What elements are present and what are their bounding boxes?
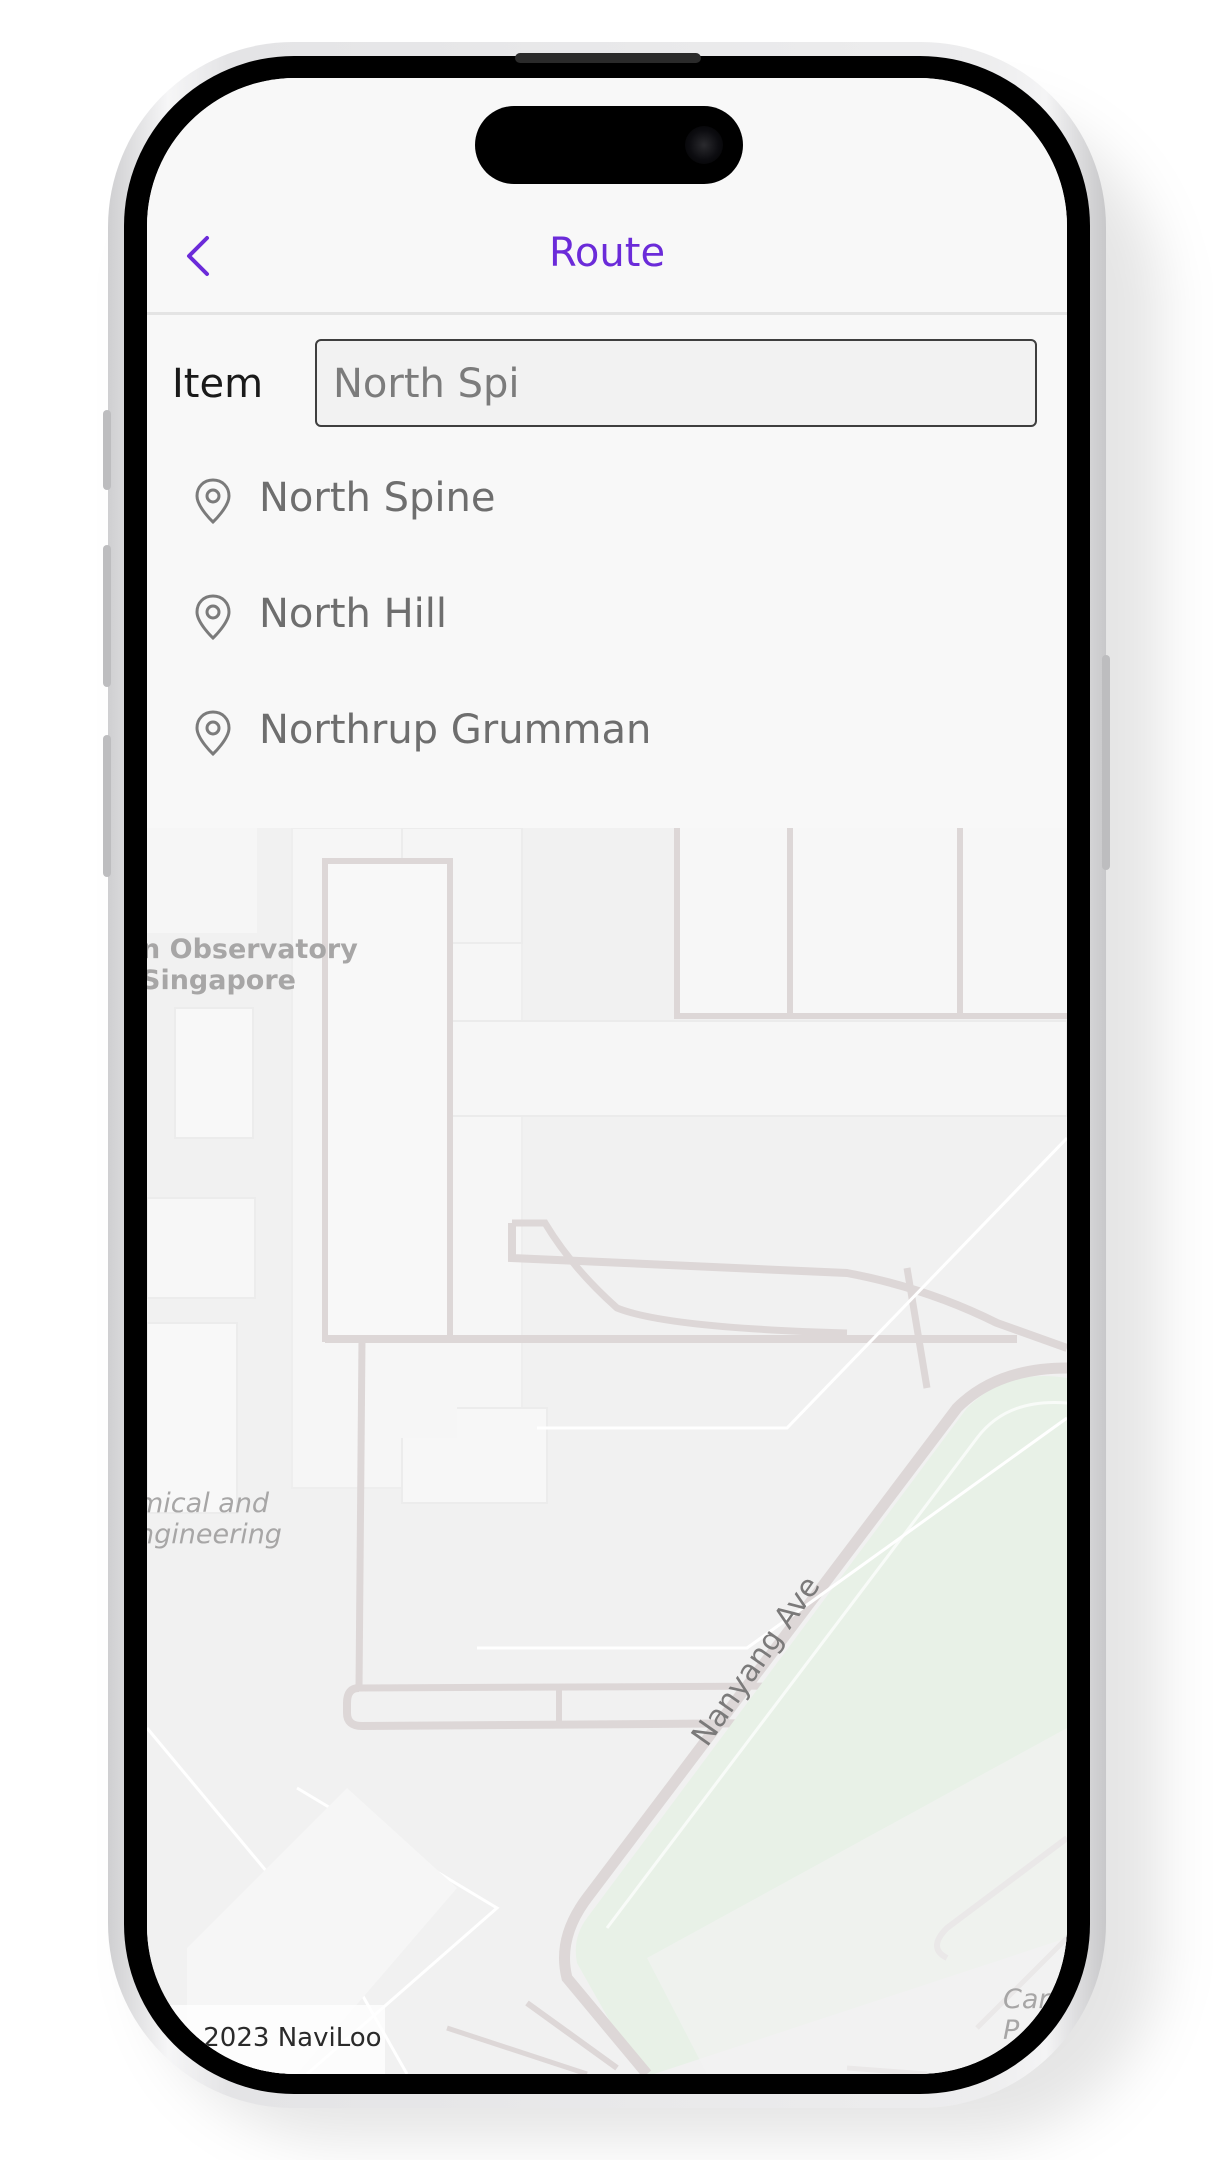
phone-screen: Route Item North Spi North Spine North H… — [147, 78, 1067, 2074]
attribution-text: © 2023 NaviLoo — [169, 2023, 382, 2053]
suggestion-item-northrup-grumman[interactable]: Northrup Grumman — [147, 677, 1067, 793]
map-label-car-park: Car P — [1003, 1984, 1050, 2046]
suggestion-item-north-spine[interactable]: North Spine — [147, 445, 1067, 561]
map-attribution: © 2023 NaviLoo — [147, 2005, 385, 2074]
volume-up-button — [103, 545, 111, 687]
dynamic-island — [475, 106, 743, 184]
location-pin-icon — [195, 710, 231, 757]
map-label-chemical-engineering: mical and ngineering — [147, 1488, 282, 1550]
power-button — [1102, 655, 1110, 870]
suggestion-label: North Spine — [259, 475, 496, 521]
item-label: Item — [172, 361, 264, 407]
navigation-bar: Route — [147, 200, 1067, 315]
search-panel: Item North Spi North Spine North Hill No… — [147, 315, 1067, 828]
map-canvas: Nanyang Ave — [147, 827, 1067, 2074]
camera-icon — [685, 126, 723, 164]
page-title: Route — [548, 230, 666, 276]
suggestion-item-north-hill[interactable]: North Hill — [147, 561, 1067, 677]
location-pin-icon — [195, 594, 231, 641]
map-view[interactable]: Nanyang Ave n Observatory Singapore mica… — [147, 827, 1067, 2074]
action-button — [103, 410, 111, 490]
item-search-input[interactable]: North Spi — [315, 339, 1037, 427]
volume-down-button — [103, 735, 111, 877]
suggestion-label: Northrup Grumman — [259, 707, 652, 753]
suggestion-label: North Hill — [259, 591, 448, 637]
search-input-value: North Spi — [333, 361, 520, 407]
map-label-observatory: n Observatory Singapore — [147, 934, 358, 996]
location-pin-icon — [195, 478, 231, 525]
speaker-slot — [515, 53, 701, 63]
